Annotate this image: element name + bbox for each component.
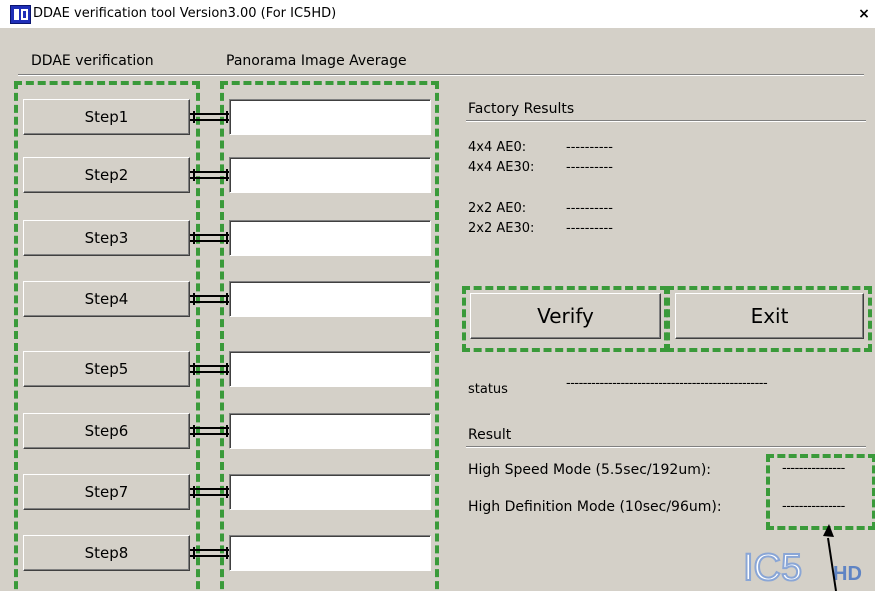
- step3-connector: [190, 232, 230, 244]
- factory-4x4-ae0-label: 4x4 AE0:: [468, 140, 527, 155]
- step5-average-field[interactable]: [229, 351, 431, 387]
- logo-sub-text: HD: [833, 563, 862, 585]
- step8-average-field[interactable]: [229, 535, 431, 571]
- factory-2x2-ae0-value: ----------: [566, 201, 613, 216]
- logo-main-text: IC5: [743, 547, 802, 586]
- factory-divider: [466, 120, 866, 122]
- ddae-verification-header: DDAE verification: [31, 53, 154, 69]
- result-title: Result: [468, 427, 512, 443]
- high-speed-mode-value: ---------------: [782, 461, 845, 476]
- status-label: status: [468, 382, 508, 397]
- step6-connector: [190, 425, 230, 437]
- factory-2x2-ae30-value: ----------: [566, 221, 613, 236]
- status-value: ----------------------------------------…: [566, 376, 768, 391]
- step7-connector: [190, 486, 230, 498]
- factory-2x2-ae0-label: 2x2 AE0:: [468, 201, 527, 216]
- step3-button[interactable]: Step3: [23, 220, 190, 256]
- factory-4x4-ae0-value: ----------: [566, 140, 613, 155]
- step1-average-field[interactable]: [229, 99, 431, 135]
- step2-connector: [190, 169, 230, 181]
- verify-button[interactable]: Verify: [470, 293, 661, 339]
- app-icon: [10, 5, 31, 24]
- close-button[interactable]: ×: [855, 5, 873, 23]
- step1-button[interactable]: Step1: [23, 99, 190, 135]
- factory-results-title: Factory Results: [468, 101, 575, 117]
- step7-button[interactable]: Step7: [23, 474, 190, 510]
- factory-4x4-ae30-label: 4x4 AE30:: [468, 160, 535, 175]
- panorama-average-header: Panorama Image Average: [226, 53, 407, 69]
- window-title: DDAE verification tool Version3.00 (For …: [33, 6, 337, 21]
- step1-connector: [190, 111, 230, 123]
- step5-button[interactable]: Step5: [23, 351, 190, 387]
- step8-button[interactable]: Step8: [23, 535, 190, 571]
- high-speed-mode-label: High Speed Mode (5.5sec/192um):: [468, 462, 712, 478]
- factory-4x4-ae30-value: ----------: [566, 160, 613, 175]
- exit-button[interactable]: Exit: [675, 293, 864, 339]
- step4-button[interactable]: Step4: [23, 281, 190, 317]
- step6-button[interactable]: Step6: [23, 413, 190, 449]
- step3-average-field[interactable]: [229, 220, 431, 256]
- app-window: DDAE verification tool Version3.00 (For …: [0, 0, 875, 591]
- high-definition-mode-value: ---------------: [782, 499, 845, 514]
- high-definition-mode-label: High Definition Mode (10sec/96um):: [468, 499, 722, 515]
- step4-connector: [190, 293, 230, 305]
- step5-connector: [190, 363, 230, 375]
- factory-2x2-ae30-label: 2x2 AE30:: [468, 221, 535, 236]
- step7-average-field[interactable]: [229, 474, 431, 510]
- step2-average-field[interactable]: [229, 157, 431, 193]
- header-divider: [18, 74, 864, 76]
- step6-average-field[interactable]: [229, 413, 431, 449]
- title-bar[interactable]: DDAE verification tool Version3.00 (For …: [0, 0, 875, 28]
- step4-average-field[interactable]: [229, 281, 431, 317]
- result-divider: [466, 446, 866, 448]
- ic5hd-logo: IC5 HD: [743, 546, 862, 586]
- step2-button[interactable]: Step2: [23, 157, 190, 193]
- step8-connector: [190, 547, 230, 559]
